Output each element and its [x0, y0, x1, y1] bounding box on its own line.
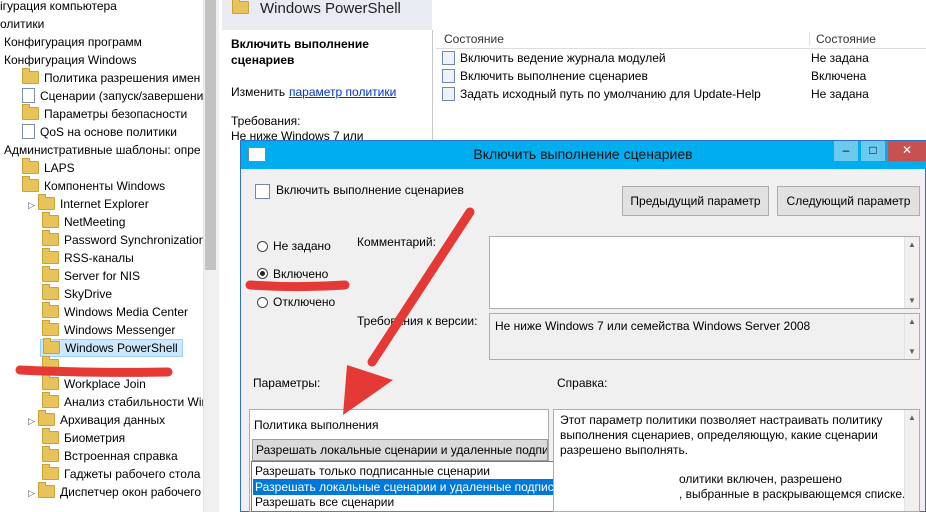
underline-annotation: [245, 280, 350, 291]
underline-annotation: [15, 365, 173, 377]
arrow-shaft: [367, 207, 475, 367]
arrow-head-icon: [343, 365, 393, 415]
annotation-overlay: [15, 207, 475, 415]
